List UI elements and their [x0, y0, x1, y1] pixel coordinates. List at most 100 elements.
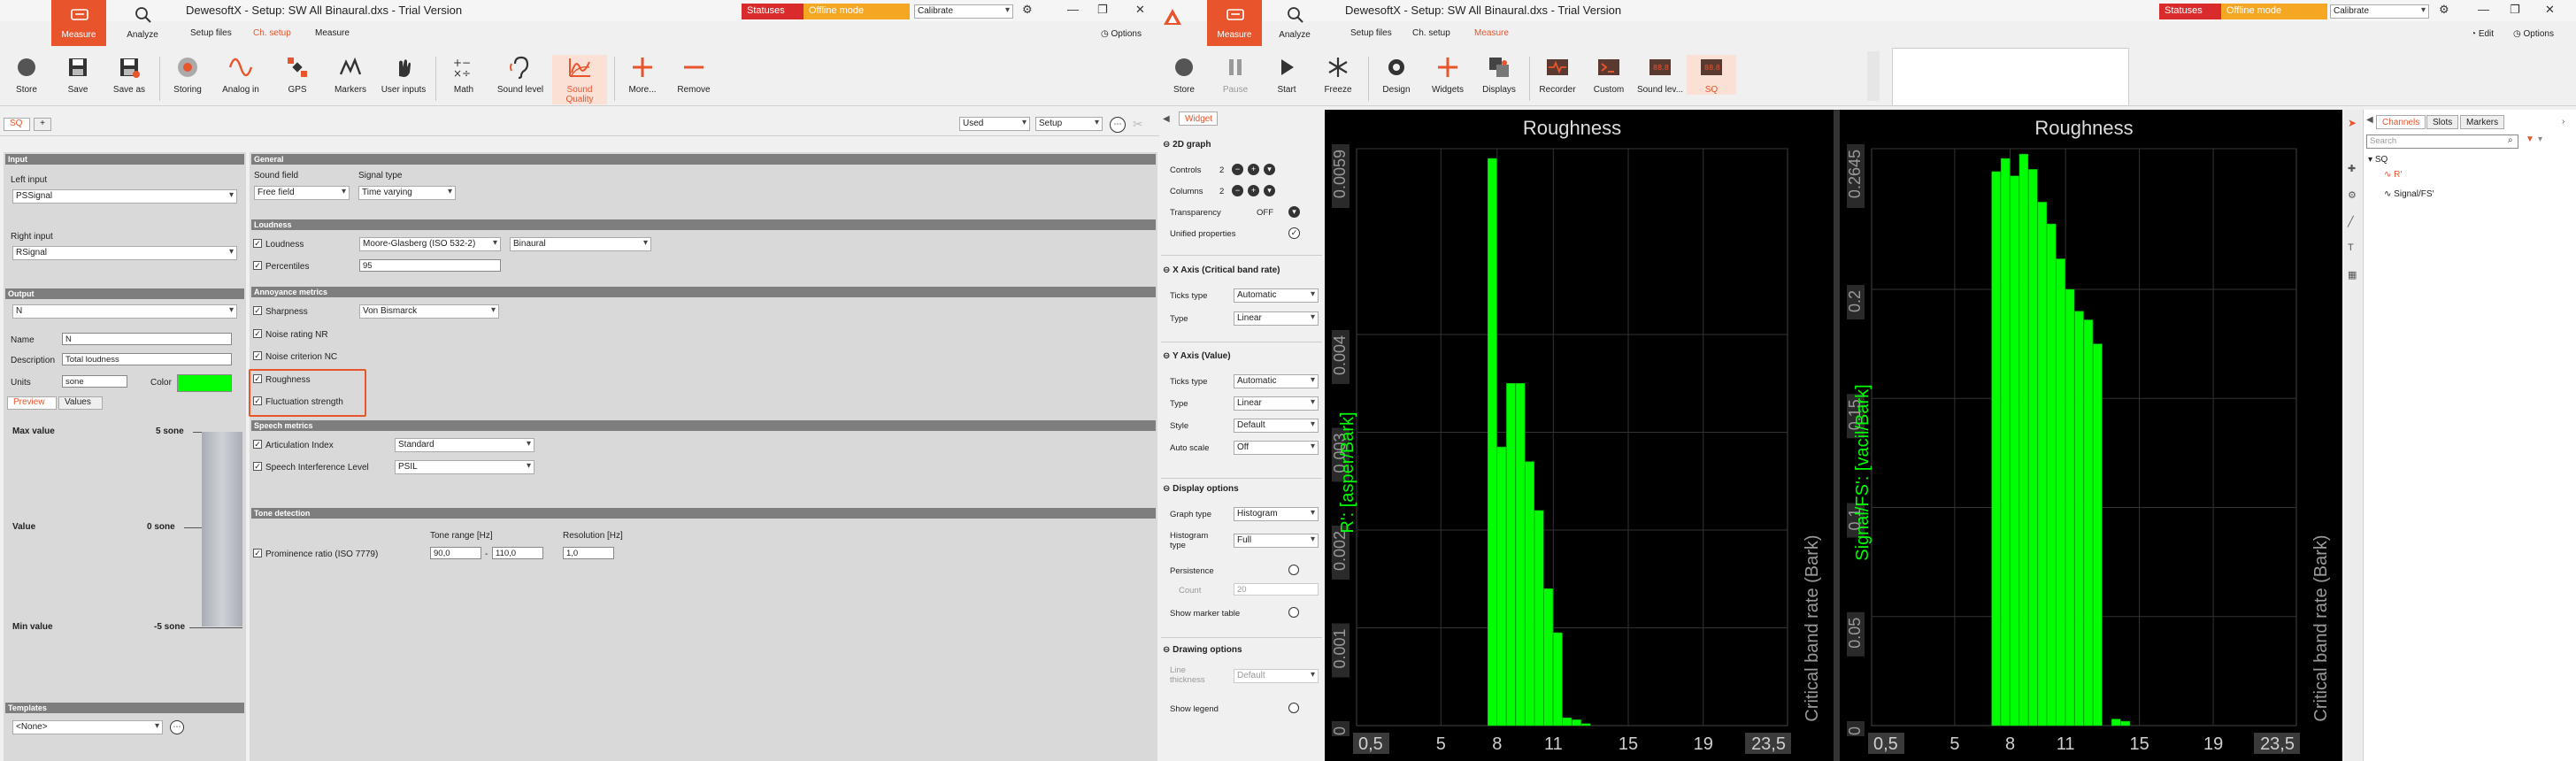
- output-select[interactable]: N: [12, 304, 237, 319]
- gear-tool-icon[interactable]: ⚙: [2348, 189, 2357, 201]
- sound-field-select[interactable]: Free field: [254, 186, 350, 200]
- graph2d-section-header[interactable]: ⊖ 2D graph: [1163, 140, 1211, 150]
- tab-values[interactable]: Values: [58, 396, 103, 410]
- gps-button[interactable]: GPS: [273, 55, 322, 95]
- save-as-button[interactable]: Save as: [104, 55, 154, 95]
- collapse-channels-icon[interactable]: ◀: [2366, 115, 2373, 125]
- options-button[interactable]: ◷ Options: [1101, 29, 1142, 39]
- cursor-tool-icon[interactable]: ✚: [2348, 163, 2356, 174]
- tab-ch-setup[interactable]: Ch. setup: [253, 28, 291, 38]
- y-axis-section-header[interactable]: ⊖ Y Axis (Value): [1163, 351, 1231, 361]
- controls-dropdown-icon[interactable]: ▾: [1264, 164, 1275, 175]
- save-button[interactable]: Save: [53, 55, 103, 95]
- controls-increase-icon[interactable]: +: [1248, 164, 1259, 175]
- templates-select[interactable]: <None>: [12, 720, 163, 734]
- show-marker-table-toggle[interactable]: [1288, 607, 1299, 618]
- line-tool-icon[interactable]: ╱: [2348, 216, 2354, 227]
- tab-widget[interactable]: Widget: [1179, 111, 1218, 126]
- sharpness-checkbox[interactable]: ✓: [253, 306, 262, 315]
- analyze-mode-button[interactable]: Analyze: [115, 0, 170, 46]
- x-ticks-type-select[interactable]: Automatic: [1234, 288, 1319, 303]
- name-field[interactable]: N: [62, 333, 232, 345]
- text-tool-icon[interactable]: T: [2348, 242, 2354, 253]
- custom-display-button[interactable]: Custom: [1584, 55, 1634, 95]
- unified-properties-check-icon[interactable]: ✓: [1288, 227, 1300, 239]
- sq-display-button[interactable]: 88.8 SQ: [1687, 55, 1736, 95]
- tab-sq[interactable]: SQ: [4, 118, 30, 131]
- recorder-display-button[interactable]: Recorder: [1533, 55, 1582, 95]
- tab-setup-files[interactable]: Setup files: [190, 28, 232, 38]
- offline-mode-badge[interactable]: Offline mode: [2221, 4, 2327, 19]
- remove-button[interactable]: Remove: [669, 55, 719, 95]
- tab-preview[interactable]: Preview: [7, 396, 57, 410]
- roughness-checkbox[interactable]: ✓: [253, 374, 262, 383]
- tone-range-to-field[interactable]: 110,0: [492, 547, 543, 559]
- persistence-toggle[interactable]: [1288, 565, 1299, 575]
- transparency-dropdown-icon[interactable]: ▾: [1288, 206, 1300, 218]
- display-options-section-header[interactable]: ⊖ Display options: [1163, 484, 1239, 494]
- loudness-mode-select[interactable]: Binaural: [510, 237, 651, 251]
- add-tab-button[interactable]: +: [34, 118, 51, 131]
- math-button[interactable]: +− ×÷ Math: [439, 55, 488, 95]
- statuses-badge[interactable]: Statuses: [742, 4, 804, 19]
- line-thickness-select[interactable]: Default: [1234, 669, 1319, 683]
- minimize-icon[interactable]: —: [1067, 3, 1079, 16]
- storing-button[interactable]: Storing: [163, 55, 212, 95]
- drawing-options-section-header[interactable]: ⊖ Drawing options: [1163, 645, 1242, 655]
- loudness-checkbox[interactable]: ✓: [253, 239, 262, 248]
- tone-range-from-field[interactable]: 90,0: [430, 547, 481, 559]
- columns-increase-icon[interactable]: +: [1248, 185, 1259, 196]
- roughness-chart-left[interactable]: Roughness00.0010.0020.0030.0040.00590,5 5…: [1325, 110, 1834, 761]
- x-axis-section-header[interactable]: ⊖ X Axis (Critical band rate): [1163, 265, 1280, 275]
- store-button[interactable]: Store: [1159, 55, 1209, 95]
- measure-mode-button[interactable]: Measure: [1207, 0, 1262, 46]
- units-field[interactable]: sone: [62, 375, 127, 388]
- auto-scale-select[interactable]: Off: [1234, 441, 1319, 455]
- sound-level-button[interactable]: Sound level: [496, 55, 545, 95]
- right-input-select[interactable]: RSignal: [12, 246, 237, 260]
- roughness-chart-right[interactable]: Roughness00.050.10.150.20.26450,5 5 8 11 15 1…: [1840, 110, 2342, 761]
- settings-gear-icon[interactable]: ⚙: [2439, 3, 2449, 17]
- sound-quality-button[interactable]: Sound Quality: [552, 55, 607, 104]
- options-button[interactable]: ◷ Options: [2513, 29, 2554, 39]
- sharpness-method-select[interactable]: Von Bismarck: [359, 304, 499, 319]
- tab-setup-files[interactable]: Setup files: [1350, 28, 1392, 38]
- restore-icon[interactable]: ❐: [1097, 3, 1108, 17]
- analyze-mode-button[interactable]: Analyze: [1267, 0, 1322, 46]
- transparency-value[interactable]: OFF: [1257, 208, 1273, 218]
- pause-button[interactable]: Pause: [1211, 55, 1260, 95]
- resolution-field[interactable]: 1,0: [563, 547, 614, 559]
- pointer-tool-icon[interactable]: ➤: [2348, 117, 2357, 129]
- setup-select[interactable]: Setup: [1035, 117, 1103, 131]
- tab-measure[interactable]: Measure: [315, 28, 350, 38]
- tab-markers[interactable]: Markers: [2460, 115, 2505, 129]
- more-options-icon[interactable]: ⋯: [1110, 117, 1126, 133]
- fluctuation-strength-checkbox[interactable]: ✓: [253, 396, 262, 405]
- y-type-select[interactable]: Linear: [1234, 396, 1319, 411]
- filter-dropdown-icon[interactable]: ▾: [2538, 135, 2542, 144]
- store-button[interactable]: Store: [2, 55, 51, 95]
- y-style-select[interactable]: Default: [1234, 419, 1319, 433]
- user-inputs-button[interactable]: User inputs: [379, 55, 428, 95]
- tab-ch-setup[interactable]: Ch. setup: [1412, 28, 1450, 38]
- collapse-panel-icon[interactable]: ◀: [1163, 114, 1170, 124]
- percentiles-field[interactable]: 95: [359, 259, 501, 272]
- percentiles-checkbox[interactable]: ✓: [253, 261, 262, 270]
- search-icon[interactable]: ⌕: [2508, 135, 2513, 145]
- more-button[interactable]: More...: [618, 55, 667, 95]
- edit-button[interactable]: ◔ Edit: [2471, 29, 2494, 39]
- channel-search-input[interactable]: Search: [2366, 135, 2518, 149]
- restore-icon[interactable]: ❐: [2510, 3, 2520, 17]
- widgets-button[interactable]: Widgets: [1423, 55, 1473, 95]
- used-filter-select[interactable]: Used: [959, 117, 1030, 131]
- controls-decrease-icon[interactable]: −: [1232, 164, 1243, 175]
- y-ticks-type-select[interactable]: Automatic: [1234, 374, 1319, 388]
- color-swatch[interactable]: [177, 374, 232, 392]
- tools-icon[interactable]: ✂: [1133, 117, 1143, 132]
- columns-decrease-icon[interactable]: −: [1232, 185, 1243, 196]
- expand-icon[interactable]: ›: [2562, 117, 2564, 127]
- filter-icon[interactable]: ▼: [2526, 135, 2534, 144]
- show-legend-toggle[interactable]: [1288, 703, 1299, 713]
- table-tool-icon[interactable]: ▦: [2348, 269, 2357, 281]
- loudness-method-select[interactable]: Moore-Glasberg (ISO 532-2): [359, 237, 501, 251]
